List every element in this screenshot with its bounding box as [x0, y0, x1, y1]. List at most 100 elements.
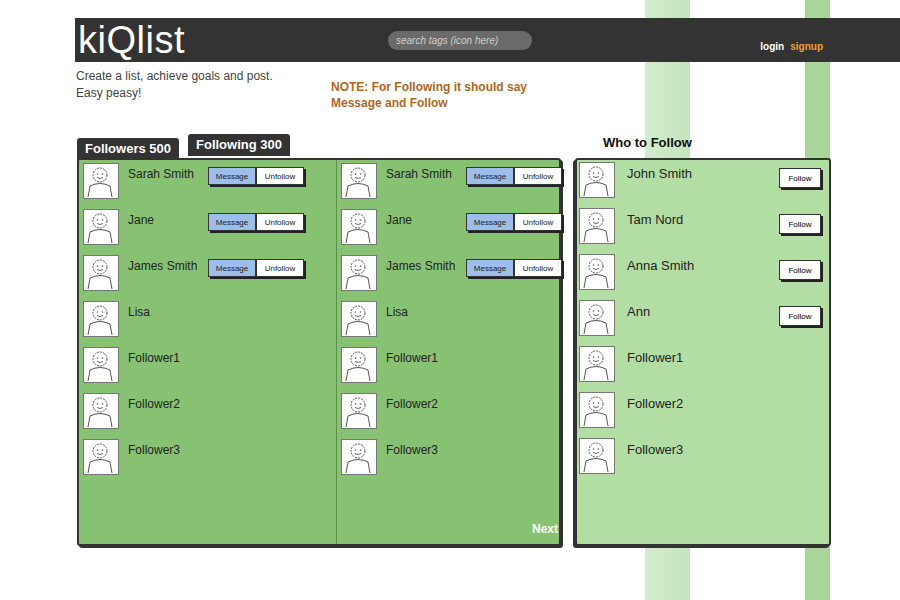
person-name[interactable]: James Smith — [386, 259, 466, 273]
search-field[interactable]: search tags (icon here) — [388, 31, 532, 50]
person-name[interactable]: Lisa — [128, 305, 150, 319]
person-name[interactable]: Follower1 — [386, 351, 438, 365]
person-row: Follower1 — [83, 347, 332, 393]
person-name[interactable]: Follower2 — [386, 397, 438, 411]
suggestion-row: Follower2 — [579, 392, 821, 438]
suggestion-row: Anna SmithFollow — [579, 254, 821, 300]
person-name[interactable]: Sarah Smith — [128, 167, 208, 181]
avatar-icon — [83, 255, 119, 291]
tagline: Create a list, achieve goals and post.Ea… — [76, 68, 331, 111]
unfollow-button[interactable]: Unfollow — [256, 167, 304, 185]
avatar-icon — [579, 438, 615, 474]
person-row: Sarah SmithMessageUnfollow — [341, 163, 562, 209]
avatar-icon — [579, 392, 615, 428]
message-button[interactable]: Message — [208, 259, 256, 277]
person-name[interactable]: Ann — [627, 304, 779, 319]
intro: Create a list, achieve goals and post.Ea… — [75, 68, 900, 111]
who-to-follow: Who to FollowJohn SmithFollowTam NordFol… — [575, 134, 831, 546]
message-button[interactable]: Message — [208, 213, 256, 231]
person-name[interactable]: Tam Nord — [627, 212, 779, 227]
person-name[interactable]: Jane — [128, 213, 208, 227]
person-row: James SmithMessageUnfollow — [83, 255, 332, 301]
follow-panel: Sarah SmithMessageUnfollowJaneMessageUnf… — [77, 158, 561, 546]
person-actions: MessageUnfollow — [208, 167, 304, 185]
person-row: Sarah SmithMessageUnfollow — [83, 163, 332, 209]
tabs: Followers 500 Following 300 — [77, 134, 561, 158]
person-name[interactable]: Lisa — [386, 305, 408, 319]
person-row: Follower3 — [83, 439, 332, 485]
person-name[interactable]: Follower3 — [128, 443, 180, 457]
person-row: Lisa — [83, 301, 332, 347]
avatar-icon — [579, 162, 615, 198]
avatar-icon — [83, 209, 119, 245]
person-row: JaneMessageUnfollow — [341, 209, 562, 255]
avatar-icon — [83, 163, 119, 199]
avatar-icon — [341, 301, 377, 337]
who-to-follow-panel: John SmithFollowTam NordFollowAnna Smith… — [575, 158, 831, 546]
person-name[interactable]: Sarah Smith — [386, 167, 466, 181]
message-button[interactable]: Message — [466, 213, 514, 231]
follow-section: Followers 500Following 300Sarah SmithMes… — [77, 134, 561, 546]
person-name[interactable]: James Smith — [128, 259, 208, 273]
avatar-icon — [341, 209, 377, 245]
unfollow-button[interactable]: Unfollow — [256, 259, 304, 277]
person-row: Follower2 — [341, 393, 562, 439]
suggestion-row: John SmithFollow — [579, 162, 821, 208]
tab[interactable]: Following 300 — [188, 134, 290, 156]
person-name[interactable]: Jane — [386, 213, 466, 227]
who-to-follow-title: Who to Follow — [575, 134, 831, 158]
follow-button[interactable]: Follow — [779, 214, 821, 234]
suggestion-row: AnnFollow — [579, 300, 821, 346]
follow-button[interactable]: Follow — [779, 168, 821, 188]
follow-button[interactable]: Follow — [779, 306, 821, 326]
person-name[interactable]: Follower3 — [386, 443, 438, 457]
person-actions: MessageUnfollow — [208, 259, 304, 277]
message-button[interactable]: Message — [466, 167, 514, 185]
avatar-icon — [83, 439, 119, 475]
person-row: Follower1 — [341, 347, 562, 393]
unfollow-button[interactable]: Unfollow — [514, 167, 562, 185]
unfollow-button[interactable]: Unfollow — [514, 213, 562, 231]
avatar-icon — [579, 300, 615, 336]
person-name[interactable]: John Smith — [627, 166, 779, 181]
avatar-icon — [579, 208, 615, 244]
content: Followers 500Following 300Sarah SmithMes… — [75, 134, 900, 546]
avatar-icon — [579, 346, 615, 382]
suggestion-row: Follower3 — [579, 438, 821, 484]
avatar-icon — [83, 301, 119, 337]
avatar-icon — [341, 347, 377, 383]
person-name[interactable]: Follower2 — [128, 397, 180, 411]
unfollow-button[interactable]: Unfollow — [514, 259, 562, 277]
auth-link[interactable]: signup — [790, 41, 823, 52]
message-button[interactable]: Message — [208, 167, 256, 185]
tab[interactable]: Followers 500 — [77, 138, 179, 160]
person-name[interactable]: Follower1 — [627, 350, 821, 365]
follow-column: Sarah SmithMessageUnfollowJaneMessageUnf… — [337, 160, 566, 544]
person-name[interactable]: Follower3 — [627, 442, 821, 457]
person-name[interactable]: Follower1 — [128, 351, 180, 365]
header: kiQlistsearch tags (icon here) login signu… — [75, 18, 900, 62]
person-row: Lisa — [341, 301, 562, 347]
person-name[interactable]: Anna Smith — [627, 258, 779, 273]
suggestion-row: Follower1 — [579, 346, 821, 392]
avatar-icon — [83, 347, 119, 383]
person-actions: MessageUnfollow — [466, 213, 562, 231]
avatar-icon — [579, 254, 615, 290]
message-button[interactable]: Message — [466, 259, 514, 277]
unfollow-button[interactable]: Unfollow — [256, 213, 304, 231]
next-link[interactable]: Next — [532, 522, 562, 538]
logo[interactable]: kiQlist — [78, 18, 388, 62]
suggestion-row: Tam NordFollow — [579, 208, 821, 254]
avatar-icon — [341, 393, 377, 429]
person-name[interactable]: Follower2 — [627, 396, 821, 411]
person-row: James SmithMessageUnfollow — [341, 255, 562, 301]
person-actions: MessageUnfollow — [466, 259, 562, 277]
auth-links: login signup — [532, 29, 900, 52]
auth-link[interactable]: login — [760, 41, 784, 52]
avatar-icon — [341, 255, 377, 291]
person-actions: MessageUnfollow — [208, 213, 304, 231]
follow-column: Sarah SmithMessageUnfollowJaneMessageUnf… — [79, 160, 337, 544]
person-actions: MessageUnfollow — [466, 167, 562, 185]
follow-button[interactable]: Follow — [779, 260, 821, 280]
person-row: JaneMessageUnfollow — [83, 209, 332, 255]
